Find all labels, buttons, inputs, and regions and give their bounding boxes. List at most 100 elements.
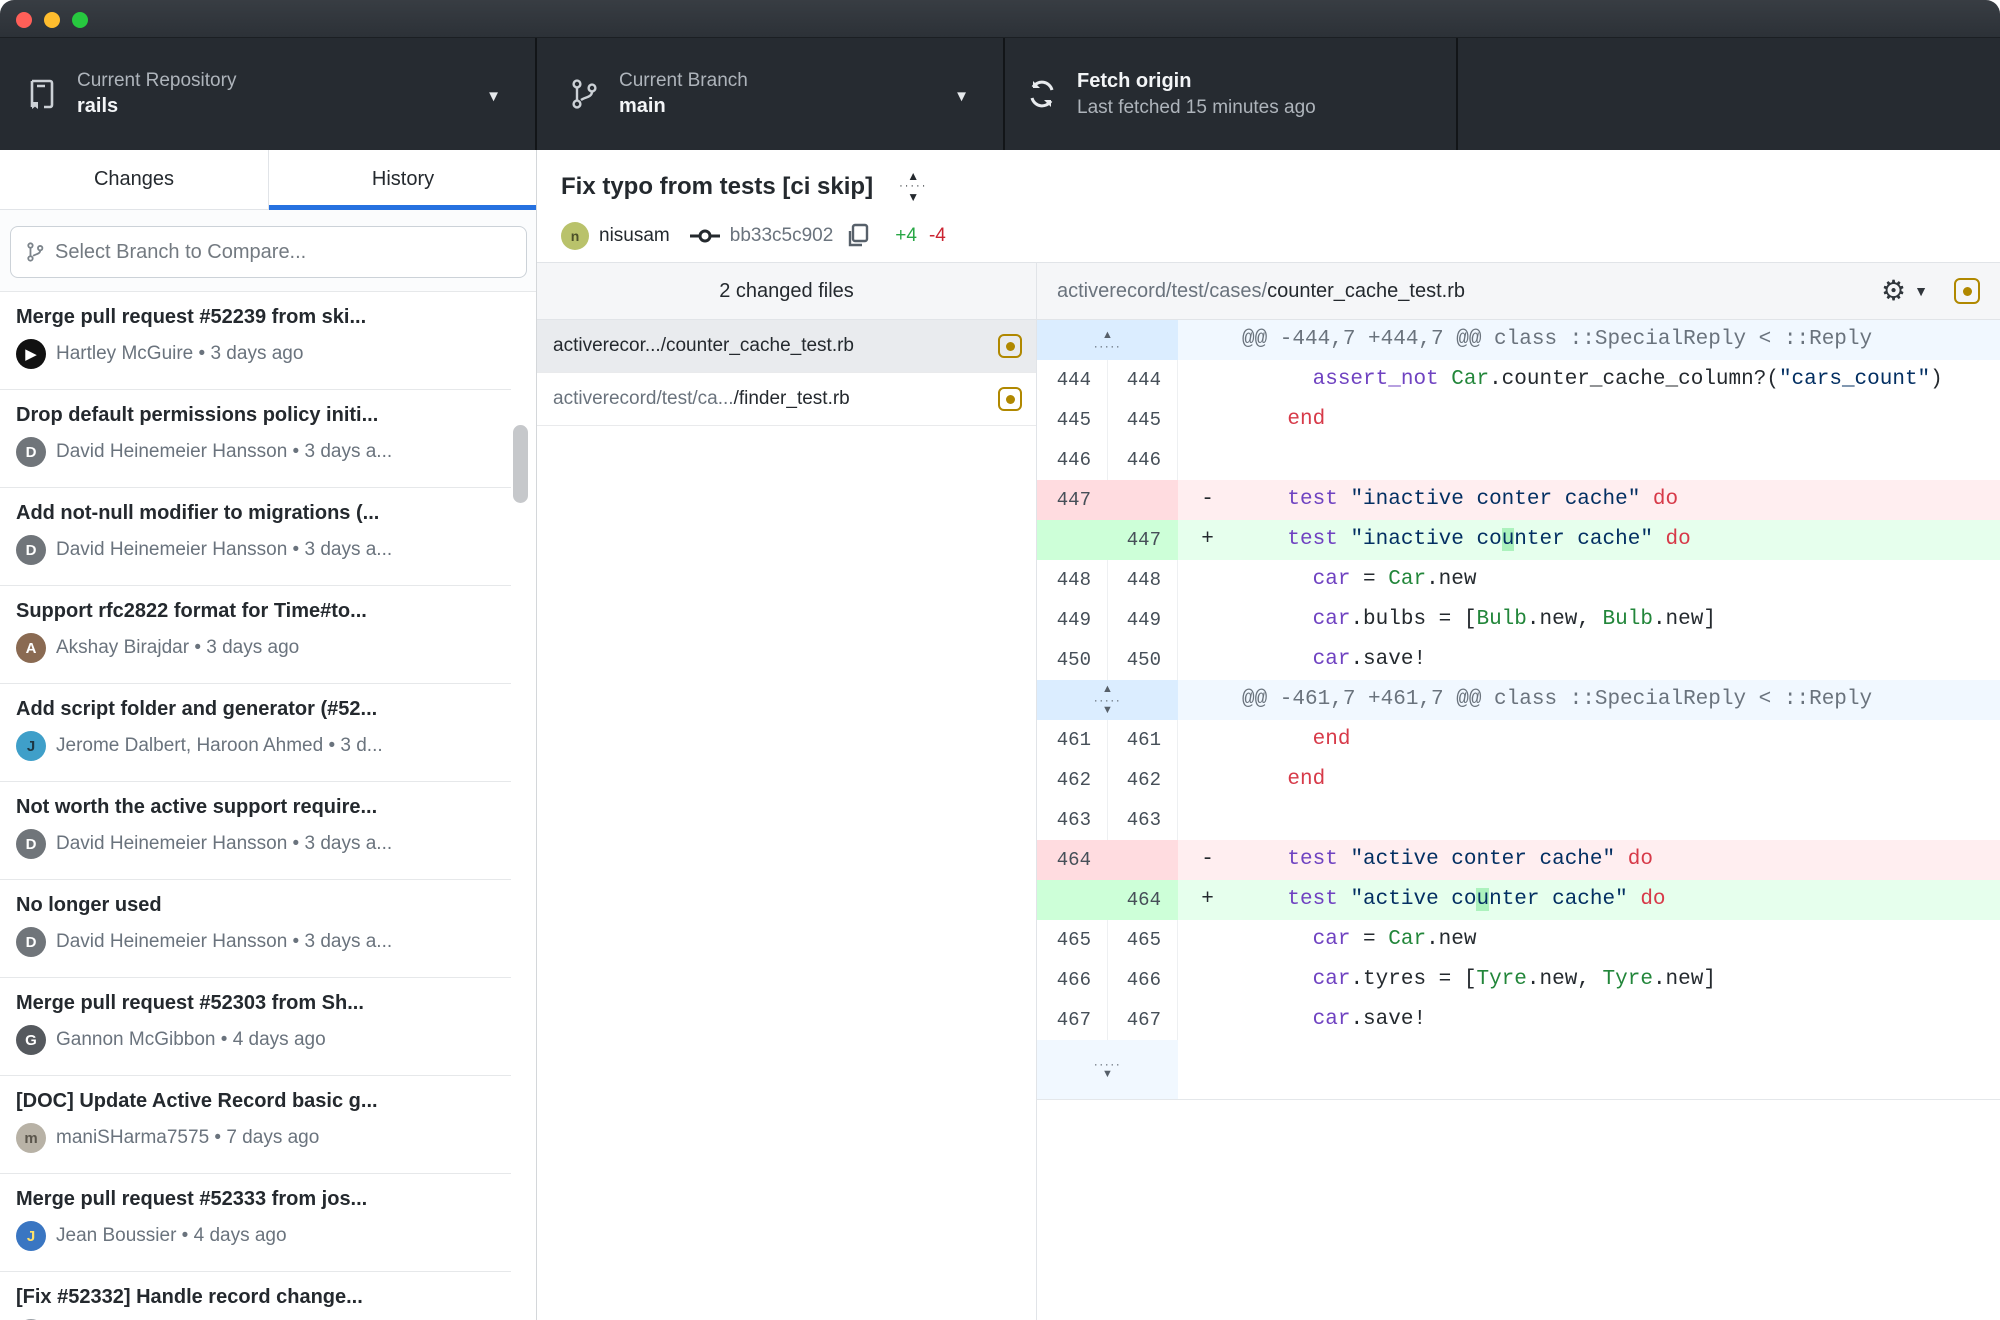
diff-row: 449449 car.bulbs = [Bulb.new, Bulb.new] bbox=[1037, 600, 2000, 640]
diff-marker bbox=[1178, 760, 1237, 800]
expand-commit-summary-icon[interactable]: ▲·····▼ bbox=[899, 170, 927, 203]
commit-detail-panel: Fix typo from tests [ci skip] ▲·····▼ n … bbox=[537, 150, 2000, 1320]
line-number-new: 447 bbox=[1108, 520, 1178, 560]
expand-hunk-icon[interactable]: ▲····· bbox=[1094, 330, 1121, 351]
diff-row: 447- test "inactive conter cache" do bbox=[1037, 480, 2000, 520]
commit-meta-text: Jerome Dalbert, Haroon Ahmed • 3 d... bbox=[56, 735, 383, 757]
diff-row: 467467 car.save! bbox=[1037, 1000, 2000, 1040]
diff-marker bbox=[1178, 1000, 1237, 1040]
file-row[interactable]: activerecord/test/ca.../finder_test.rb bbox=[537, 373, 1036, 426]
hunk-header-row: ▲·····▼@@ -461,7 +461,7 @@ class ::Speci… bbox=[1037, 680, 2000, 720]
code-token bbox=[1237, 848, 1287, 871]
code-token: end bbox=[1287, 768, 1325, 791]
app-window: Current Repository rails ▼ Current Branc… bbox=[0, 0, 2000, 1320]
line-number-old bbox=[1037, 880, 1108, 920]
line-number-new: 446 bbox=[1108, 440, 1178, 480]
titlebar bbox=[0, 0, 2000, 38]
commit-list-item[interactable]: [DOC] Update Active Record basic g...mma… bbox=[0, 1076, 511, 1174]
diff-row: 465465 car = Car.new bbox=[1037, 920, 2000, 960]
line-number-old: 467 bbox=[1037, 1000, 1108, 1040]
diff-code: car.save! bbox=[1237, 640, 2000, 680]
branch-label: Current Branch bbox=[619, 69, 748, 93]
expand-diff-row: ·····▼ bbox=[1037, 1040, 2000, 1100]
branch-compare-input[interactable]: Select Branch to Compare... bbox=[10, 226, 527, 278]
code-token: do bbox=[1666, 528, 1691, 551]
diff-options-button[interactable]: ⚙ ▼ bbox=[1881, 277, 1928, 305]
avatar: m bbox=[16, 1123, 46, 1153]
diff-view: ▲·····@@ -444,7 +444,7 @@ class ::Specia… bbox=[1037, 320, 2000, 1320]
code-token bbox=[1237, 408, 1287, 431]
commit-list-item[interactable]: Merge pull request #52333 from jos...JJe… bbox=[0, 1174, 511, 1272]
code-token bbox=[1237, 928, 1313, 951]
code-token: .new] bbox=[1653, 608, 1716, 631]
tab-changes[interactable]: Changes bbox=[0, 150, 269, 209]
commit-list-item[interactable]: Not worth the active support require...D… bbox=[0, 782, 511, 880]
code-token: .new bbox=[1426, 568, 1476, 591]
commit-list-item[interactable]: Support rfc2822 format for Time#to...AAk… bbox=[0, 586, 511, 684]
commit-list-item[interactable]: [Fix #52332] Handle record change... bbox=[0, 1272, 511, 1320]
line-number-new: 467 bbox=[1108, 1000, 1178, 1040]
commit-list-item[interactable]: Add script folder and generator (#52... J… bbox=[0, 684, 511, 782]
commit-list-item[interactable]: Add not-null modifier to migrations (...… bbox=[0, 488, 511, 586]
code-token: end bbox=[1287, 408, 1325, 431]
code-token: Bulb bbox=[1603, 608, 1653, 631]
expand-hunk-icon[interactable]: ▲·····▼ bbox=[1094, 684, 1121, 716]
close-window-button[interactable] bbox=[16, 12, 32, 28]
tab-changes-label: Changes bbox=[94, 168, 174, 191]
tab-history-label: History bbox=[372, 168, 434, 191]
diff-code: test "inactive conter cache" do bbox=[1237, 480, 2000, 520]
diff-marker: - bbox=[1178, 480, 1237, 520]
diff-row: 464- test "active conter cache" do bbox=[1037, 840, 2000, 880]
code-token bbox=[1237, 608, 1313, 631]
diff-code: assert_not Car.counter_cache_column?("ca… bbox=[1237, 360, 2000, 400]
maximize-window-button[interactable] bbox=[72, 12, 88, 28]
commit-meta-text: David Heinemeier Hansson • 3 days a... bbox=[56, 931, 392, 953]
line-number-new: 466 bbox=[1108, 960, 1178, 1000]
diff-file-header: activerecord/test/cases/counter_cache_te… bbox=[1037, 263, 2000, 320]
code-token bbox=[1439, 368, 1452, 391]
line-number-new: 450 bbox=[1108, 640, 1178, 680]
commit-title: Add script folder and generator (#52... bbox=[16, 698, 511, 721]
commit-meta-text: David Heinemeier Hansson • 3 days a... bbox=[56, 833, 392, 855]
commit-list-item[interactable]: Drop default permissions policy initi...… bbox=[0, 390, 511, 488]
commit-title: Add not-null modifier to migrations (... bbox=[16, 502, 511, 525]
commit-list-item[interactable]: Merge pull request #52239 from ski...▶Ha… bbox=[0, 292, 511, 390]
code-token bbox=[1338, 888, 1351, 911]
branch-icon bbox=[567, 77, 601, 111]
code-token: assert_not bbox=[1313, 368, 1439, 391]
code-token: .new, bbox=[1527, 968, 1603, 991]
lines-added: +4 bbox=[895, 225, 917, 247]
diff-file-path: activerecord/test/cases/counter_cache_te… bbox=[1057, 280, 1881, 303]
diff-code: car.save! bbox=[1237, 1000, 2000, 1040]
code-token: ) bbox=[1930, 368, 1943, 391]
code-token bbox=[1237, 528, 1287, 551]
copy-icon[interactable] bbox=[845, 222, 871, 250]
diff-marker: + bbox=[1178, 880, 1237, 920]
fetch-origin-button[interactable]: Fetch origin Last fetched 15 minutes ago bbox=[1007, 38, 1458, 150]
code-token: "active co bbox=[1350, 888, 1476, 911]
diff-row: 445445 end bbox=[1037, 400, 2000, 440]
branch-icon bbox=[25, 241, 45, 263]
commit-list-scrollbar[interactable] bbox=[513, 425, 528, 503]
diff-code: test "active conter cache" do bbox=[1237, 840, 2000, 880]
tab-history[interactable]: History bbox=[269, 150, 537, 209]
code-token: test bbox=[1287, 488, 1337, 511]
diff-marker bbox=[1178, 400, 1237, 440]
chevron-down-icon: ▼ bbox=[1914, 283, 1928, 299]
commit-list-item[interactable]: Merge pull request #52303 from Sh...GGan… bbox=[0, 978, 511, 1076]
commit-meta-text: maniSHarma7575 • 7 days ago bbox=[56, 1127, 319, 1149]
minimize-window-button[interactable] bbox=[44, 12, 60, 28]
code-token bbox=[1237, 968, 1313, 991]
avatar: J bbox=[16, 1221, 46, 1251]
avatar: D bbox=[16, 437, 46, 467]
current-branch-dropdown[interactable]: Current Branch main ▼ bbox=[539, 38, 1005, 150]
current-repository-dropdown[interactable]: Current Repository rails ▼ bbox=[0, 38, 537, 150]
code-token bbox=[1640, 488, 1653, 511]
code-token: nter cache" bbox=[1514, 528, 1653, 551]
line-number-new bbox=[1108, 840, 1178, 880]
hunk-gutter: ·····▼ bbox=[1037, 1040, 1178, 1099]
expand-hunk-icon[interactable]: ·····▼ bbox=[1094, 1059, 1121, 1080]
file-row[interactable]: activerecor.../counter_cache_test.rb bbox=[537, 320, 1036, 373]
code-token: Tyre bbox=[1603, 968, 1653, 991]
commit-list-item[interactable]: No longer usedDDavid Heinemeier Hansson … bbox=[0, 880, 511, 978]
